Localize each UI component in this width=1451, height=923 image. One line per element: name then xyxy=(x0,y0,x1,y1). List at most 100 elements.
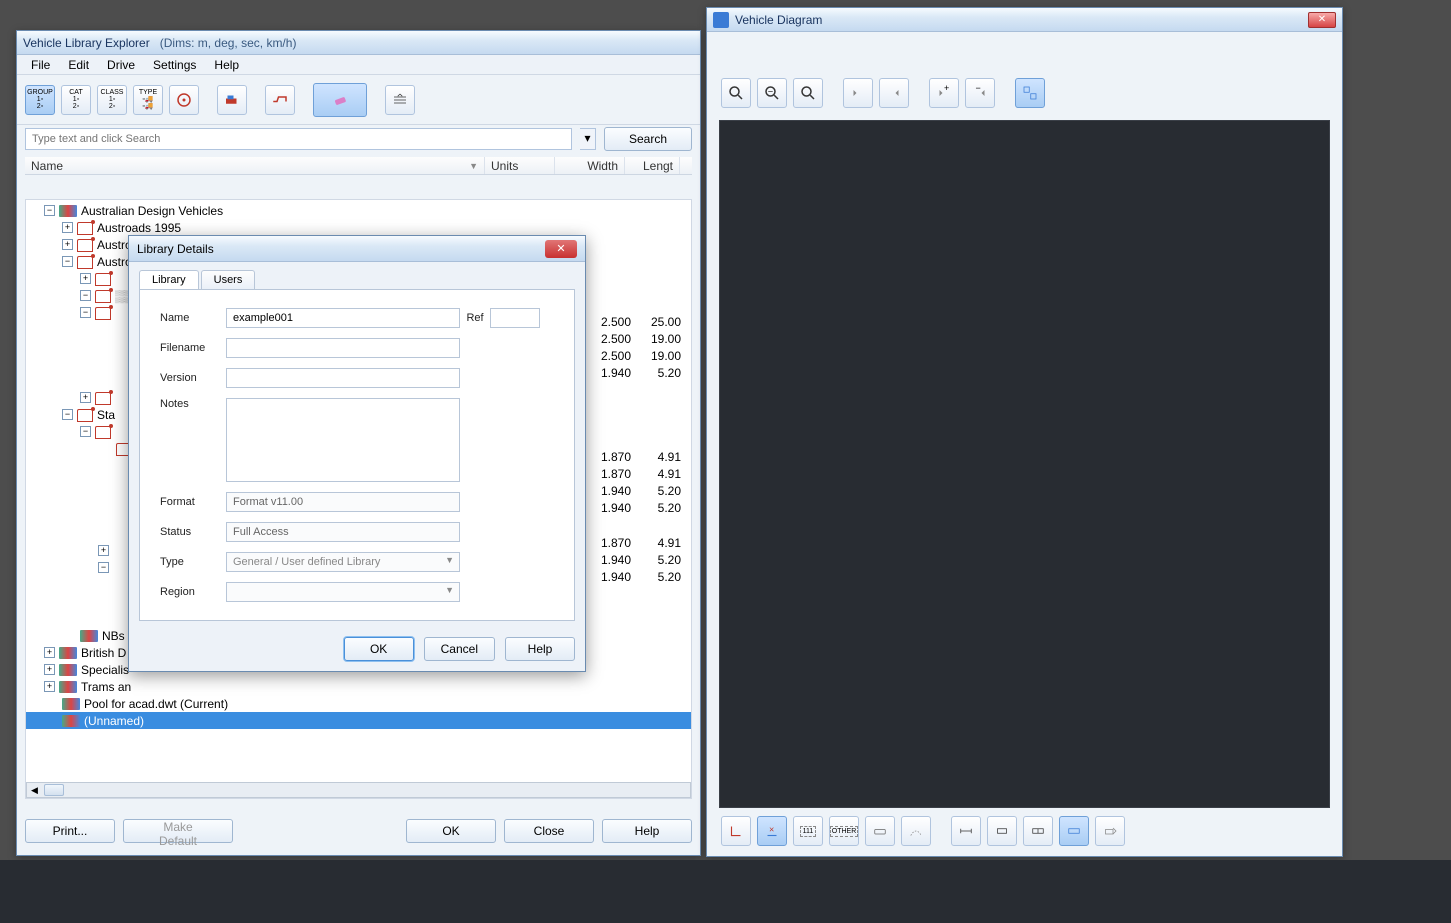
expand-icon[interactable]: + xyxy=(98,545,109,556)
close-button[interactable]: Close xyxy=(504,819,594,843)
filename-input[interactable] xyxy=(226,338,460,358)
zoomout-btn[interactable] xyxy=(757,78,787,108)
diag-btn-4[interactable]: − xyxy=(965,78,995,108)
expand-icon[interactable]: + xyxy=(44,681,55,692)
expand-icon[interactable]: + xyxy=(44,664,55,675)
bottombar-btn[interactable] xyxy=(951,816,981,846)
menu-drive[interactable]: Drive xyxy=(99,56,143,74)
bottombar-btn[interactable] xyxy=(987,816,1017,846)
region-dropdown[interactable] xyxy=(226,582,460,602)
name-input[interactable] xyxy=(226,308,460,328)
book-icon xyxy=(95,273,111,285)
bottombar-btn[interactable] xyxy=(721,816,751,846)
dialog-cancel-button[interactable]: Cancel xyxy=(424,637,495,661)
label-region: Region xyxy=(160,586,226,598)
book-icon xyxy=(95,426,111,438)
data-row: 1.8704.91 xyxy=(586,450,686,467)
library-icon xyxy=(59,205,77,217)
toolbar-target-btn[interactable] xyxy=(169,85,199,115)
diag-layout-btn[interactable] xyxy=(1015,78,1045,108)
toolbar-class-btn[interactable]: CLASS1▫2▫ xyxy=(97,85,127,115)
collapse-icon[interactable]: − xyxy=(44,205,55,216)
collapse-icon[interactable]: − xyxy=(80,307,91,318)
col-width[interactable]: Width xyxy=(555,157,625,174)
expand-icon[interactable]: + xyxy=(80,273,91,284)
dialog-ok-button[interactable]: OK xyxy=(344,637,414,661)
bottombar-btn[interactable] xyxy=(1095,816,1125,846)
tree-node[interactable]: +Austroads 1995 xyxy=(26,219,691,236)
bottombar-btn[interactable]: 111 xyxy=(793,816,823,846)
dialog-help-button[interactable]: Help xyxy=(505,637,575,661)
type-dropdown[interactable] xyxy=(226,552,460,572)
toolbar-profile-btn[interactable] xyxy=(265,85,295,115)
library-icon xyxy=(62,715,80,727)
tree-node-selected[interactable]: (Unnamed) xyxy=(26,712,691,729)
notes-textarea[interactable] xyxy=(226,398,460,482)
vehicle3d-icon xyxy=(223,91,241,109)
expand-icon[interactable]: + xyxy=(62,239,73,250)
toolbar-eraser-btn[interactable] xyxy=(313,83,367,117)
collapse-icon[interactable]: − xyxy=(80,290,91,301)
ref-input[interactable] xyxy=(490,308,540,328)
tab-users[interactable]: Users xyxy=(201,270,256,289)
expand-icon[interactable]: + xyxy=(44,647,55,658)
collapse-icon[interactable]: − xyxy=(80,426,91,437)
dialog-close-button[interactable]: ✕ xyxy=(545,240,577,258)
menu-help[interactable]: Help xyxy=(206,56,247,74)
tree-node[interactable]: Pool for acad.dwt (Current) xyxy=(26,695,691,712)
collapse-icon[interactable]: − xyxy=(62,256,73,267)
diag-btn-2[interactable] xyxy=(879,78,909,108)
diagram-titlebar[interactable]: Vehicle Diagram ✕ xyxy=(707,8,1342,32)
zoom-out-icon xyxy=(763,84,781,102)
collapse-icon[interactable]: − xyxy=(62,409,73,420)
col-units[interactable]: Units xyxy=(485,157,555,174)
data-row: 1.9405.20 xyxy=(586,553,686,570)
dialog-title: Library Details xyxy=(137,242,214,256)
tree-hscrollbar[interactable]: ◀ xyxy=(26,782,691,798)
expand-icon[interactable]: + xyxy=(62,222,73,233)
label-version: Version xyxy=(160,372,226,384)
toolbar-grid-btn[interactable] xyxy=(385,85,415,115)
diagram-canvas[interactable] xyxy=(719,120,1330,808)
bottombar-btn[interactable] xyxy=(1023,816,1053,846)
zoomin-btn[interactable] xyxy=(721,78,751,108)
zoomfit-btn[interactable] xyxy=(793,78,823,108)
tree-node[interactable]: −Australian Design Vehicles xyxy=(26,202,691,219)
version-input[interactable] xyxy=(226,368,460,388)
diag-btn-1[interactable] xyxy=(843,78,873,108)
bottombar-btn[interactable] xyxy=(865,816,895,846)
explorer-titlebar[interactable]: Vehicle Library Explorer (Dims: m, deg, … xyxy=(17,31,700,55)
send-icon xyxy=(1101,822,1119,840)
ok-button[interactable]: OK xyxy=(406,819,496,843)
bottombar-btn[interactable]: × xyxy=(757,816,787,846)
toolbar-vehicle3d-btn[interactable] xyxy=(217,85,247,115)
dialog-titlebar[interactable]: Library Details ✕ xyxy=(129,236,585,262)
rect3-icon xyxy=(1065,822,1083,840)
menu-edit[interactable]: Edit xyxy=(60,56,97,74)
window-close-button[interactable]: ✕ xyxy=(1308,12,1336,28)
bottombar-btn[interactable]: OTHER xyxy=(829,816,859,846)
bottombar-btn[interactable] xyxy=(901,816,931,846)
bottombar-btn[interactable] xyxy=(1059,816,1089,846)
col-len[interactable]: Lengt xyxy=(625,157,680,174)
toolbar-group-btn[interactable]: GROUP1▫2▫ xyxy=(25,85,55,115)
diag-btn-3[interactable]: + xyxy=(929,78,959,108)
search-dropdown[interactable]: ▾ xyxy=(580,128,596,150)
collapse-icon[interactable]: − xyxy=(98,562,109,573)
tab-library[interactable]: Library xyxy=(139,270,199,289)
scrollbar-thumb[interactable] xyxy=(44,784,64,796)
help-button[interactable]: Help xyxy=(602,819,692,843)
menu-settings[interactable]: Settings xyxy=(145,56,204,74)
print-button[interactable]: Print... xyxy=(25,819,115,843)
search-button[interactable]: Search xyxy=(604,127,692,151)
expand-icon[interactable]: + xyxy=(80,392,91,403)
toolbar-type-btn[interactable]: TYPE▫🚚▫🚚 xyxy=(133,85,163,115)
search-input[interactable] xyxy=(25,128,572,150)
menu-file[interactable]: File xyxy=(23,56,58,74)
col-name[interactable]: Name▼ xyxy=(25,157,485,174)
explorer-toolbar: GROUP1▫2▫ CAT1▫2▫ CLASS1▫2▫ TYPE▫🚚▫🚚 xyxy=(17,75,700,125)
toolbar-cat-btn[interactable]: CAT1▫2▫ xyxy=(61,85,91,115)
tree-node[interactable]: +Trams an xyxy=(26,678,691,695)
eraser-icon xyxy=(331,91,349,109)
diag-icon: − xyxy=(971,84,989,102)
